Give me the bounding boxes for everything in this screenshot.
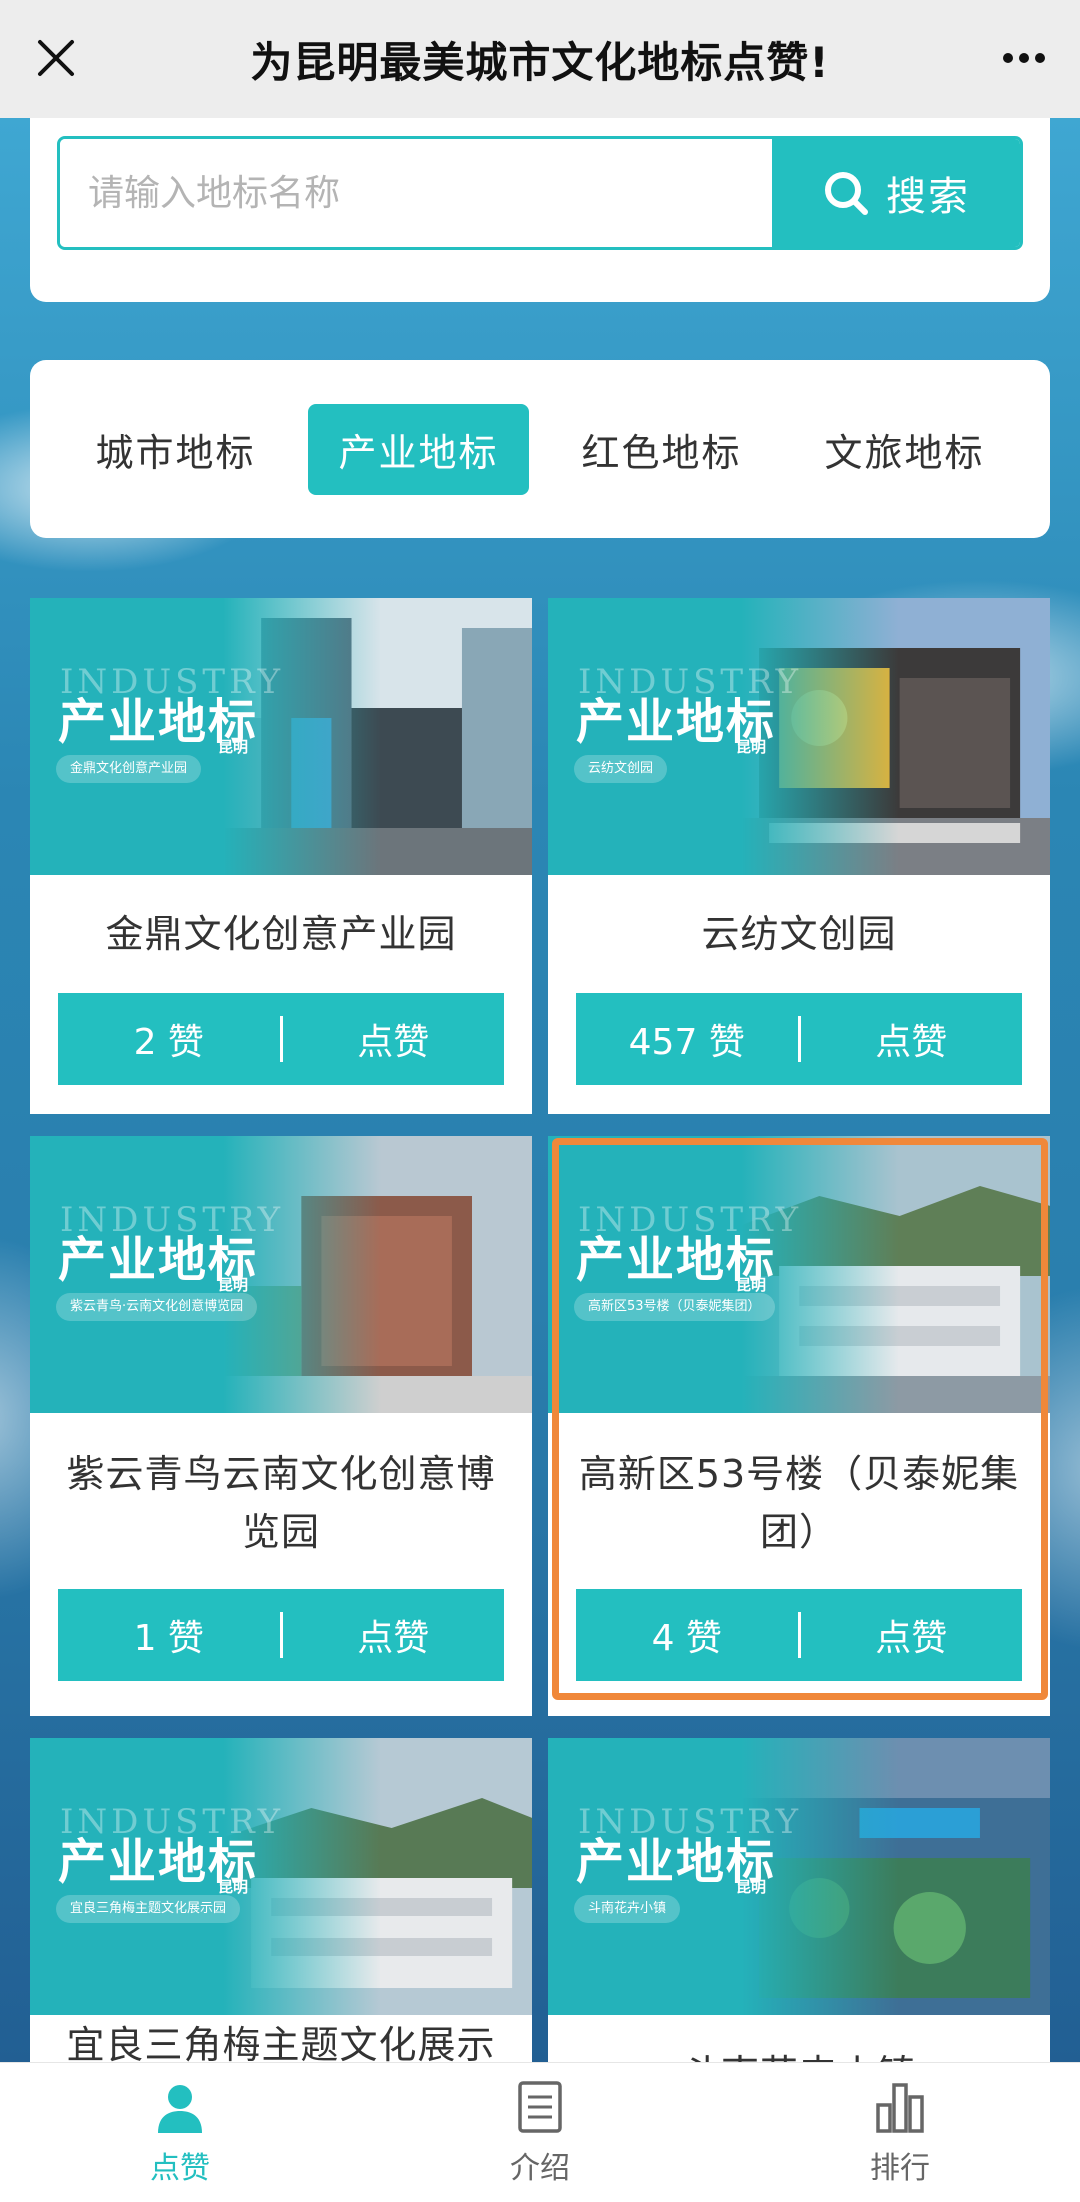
like-button[interactable]: 点赞 xyxy=(283,1609,505,1661)
like-bar: 457 赞 点赞 xyxy=(576,993,1022,1085)
nav-item-label: 点赞 xyxy=(150,2150,210,2186)
category-tabs: 城市地标 产业地标 红色地标 文旅地标 xyxy=(30,360,1050,538)
like-count: 1 赞 xyxy=(133,1618,204,1659)
banner-subtitle: 金鼎文化创意产业园 xyxy=(56,755,202,783)
nav-item-intro[interactable]: 介绍 xyxy=(360,2063,720,2202)
landmark-name: 云纺文创园 xyxy=(701,912,897,956)
search-button-label: 搜索 xyxy=(886,174,970,220)
banner-city: 昆明 xyxy=(736,738,767,756)
search-button[interactable]: 搜索 xyxy=(772,139,1020,247)
landmark-card[interactable]: INDUSTRY 产业地标 昆明 金鼎文化创意产业园 金鼎文化创意产业园 2 赞… xyxy=(30,598,532,1114)
card-banner: INDUSTRY 产业地标 昆明 紫云青鸟·云南文化创意博览园 xyxy=(30,1136,532,1413)
search-icon xyxy=(825,172,868,215)
nav-item-like[interactable]: 点赞 xyxy=(0,2063,360,2202)
landmark-name: 高新区53号楼（贝泰妮集团） xyxy=(578,1452,1020,1554)
tab-industry-landmark[interactable]: 产业地标 xyxy=(308,403,529,495)
like-bar: 4 赞 点赞 xyxy=(576,1589,1022,1681)
nav-item-ranking[interactable]: 排行 xyxy=(720,2063,1080,2202)
like-count: 2 赞 xyxy=(133,1022,204,1063)
landmark-card[interactable]: INDUSTRY 产业地标 昆明 高新区53号楼（贝泰妮集团） 高新区53号楼（… xyxy=(548,1136,1050,1716)
tab-culture-tourism-landmark[interactable]: 文旅地标 xyxy=(794,404,1014,495)
bar-chart-icon xyxy=(876,2082,924,2133)
card-banner: INDUSTRY 产业地标 昆明 宜良三角梅主题文化展示园 xyxy=(30,1738,532,2015)
banner-city: 昆明 xyxy=(218,738,249,756)
banner-subtitle: 斗南花卉小镇 xyxy=(574,1895,681,1923)
tab-red-landmark[interactable]: 红色地标 xyxy=(551,404,771,495)
banner-city: 昆明 xyxy=(218,1878,249,1896)
like-button[interactable]: 点赞 xyxy=(283,1013,505,1065)
banner-city: 昆明 xyxy=(218,1276,249,1294)
like-bar: 1 赞 点赞 xyxy=(58,1589,504,1681)
search-input[interactable] xyxy=(60,139,772,247)
user-icon xyxy=(158,2084,202,2133)
search-card: 搜索 xyxy=(30,118,1050,302)
landmark-card[interactable]: INDUSTRY 产业地标 昆明 云纺文创园 云纺文创园 457 赞 点赞 xyxy=(548,598,1050,1114)
more-dots-icon[interactable] xyxy=(996,30,1052,86)
landmark-card[interactable]: INDUSTRY 产业地标 昆明 紫云青鸟·云南文化创意博览园 紫云青鸟云南文化… xyxy=(30,1136,532,1716)
card-banner: INDUSTRY 产业地标 昆明 金鼎文化创意产业园 xyxy=(30,598,532,875)
banner-subtitle: 云纺文创园 xyxy=(574,755,668,783)
landmark-name: 紫云青鸟云南文化创意博览园 xyxy=(66,1452,496,1554)
like-button[interactable]: 点赞 xyxy=(801,1609,1023,1661)
banner-subtitle: 宜良三角梅主题文化展示园 xyxy=(56,1895,241,1923)
like-bar: 2 赞 点赞 xyxy=(58,993,504,1085)
banner-subtitle: 紫云青鸟·云南文化创意博览园 xyxy=(56,1293,258,1321)
nav-item-label: 排行 xyxy=(870,2150,930,2186)
bottom-nav: 点赞 介绍 排行 xyxy=(0,2062,1080,2202)
landmark-card[interactable]: INDUSTRY 产业地标 昆明 宜良三角梅主题文化展示园 宜良三角梅主题文化展… xyxy=(30,1738,532,2098)
banner-city: 昆明 xyxy=(736,1276,767,1294)
nav-item-label: 介绍 xyxy=(510,2150,570,2186)
landmark-card[interactable]: INDUSTRY 产业地标 昆明 斗南花卉小镇 斗南花卉小镇 xyxy=(548,1738,1050,2098)
like-button[interactable]: 点赞 xyxy=(801,1013,1023,1065)
search-box: 搜索 xyxy=(57,136,1023,250)
card-banner: INDUSTRY 产业地标 昆明 高新区53号楼（贝泰妮集团） xyxy=(548,1136,1050,1413)
top-bar: 为昆明最美城市文化地标点赞! xyxy=(0,0,1080,118)
banner-subtitle: 高新区53号楼（贝泰妮集团） xyxy=(574,1293,775,1321)
tab-city-landmark[interactable]: 城市地标 xyxy=(65,404,285,495)
card-banner: INDUSTRY 产业地标 昆明 云纺文创园 xyxy=(548,598,1050,875)
card-banner: INDUSTRY 产业地标 昆明 斗南花卉小镇 xyxy=(548,1738,1050,2015)
page-title: 为昆明最美城市文化地标点赞! xyxy=(250,37,830,87)
landmark-name: 金鼎文化创意产业园 xyxy=(105,912,457,956)
close-icon[interactable] xyxy=(28,30,84,86)
banner-city: 昆明 xyxy=(736,1878,767,1896)
like-count: 4 赞 xyxy=(651,1618,722,1659)
like-count: 457 赞 xyxy=(628,1022,745,1063)
document-icon xyxy=(518,2080,562,2133)
